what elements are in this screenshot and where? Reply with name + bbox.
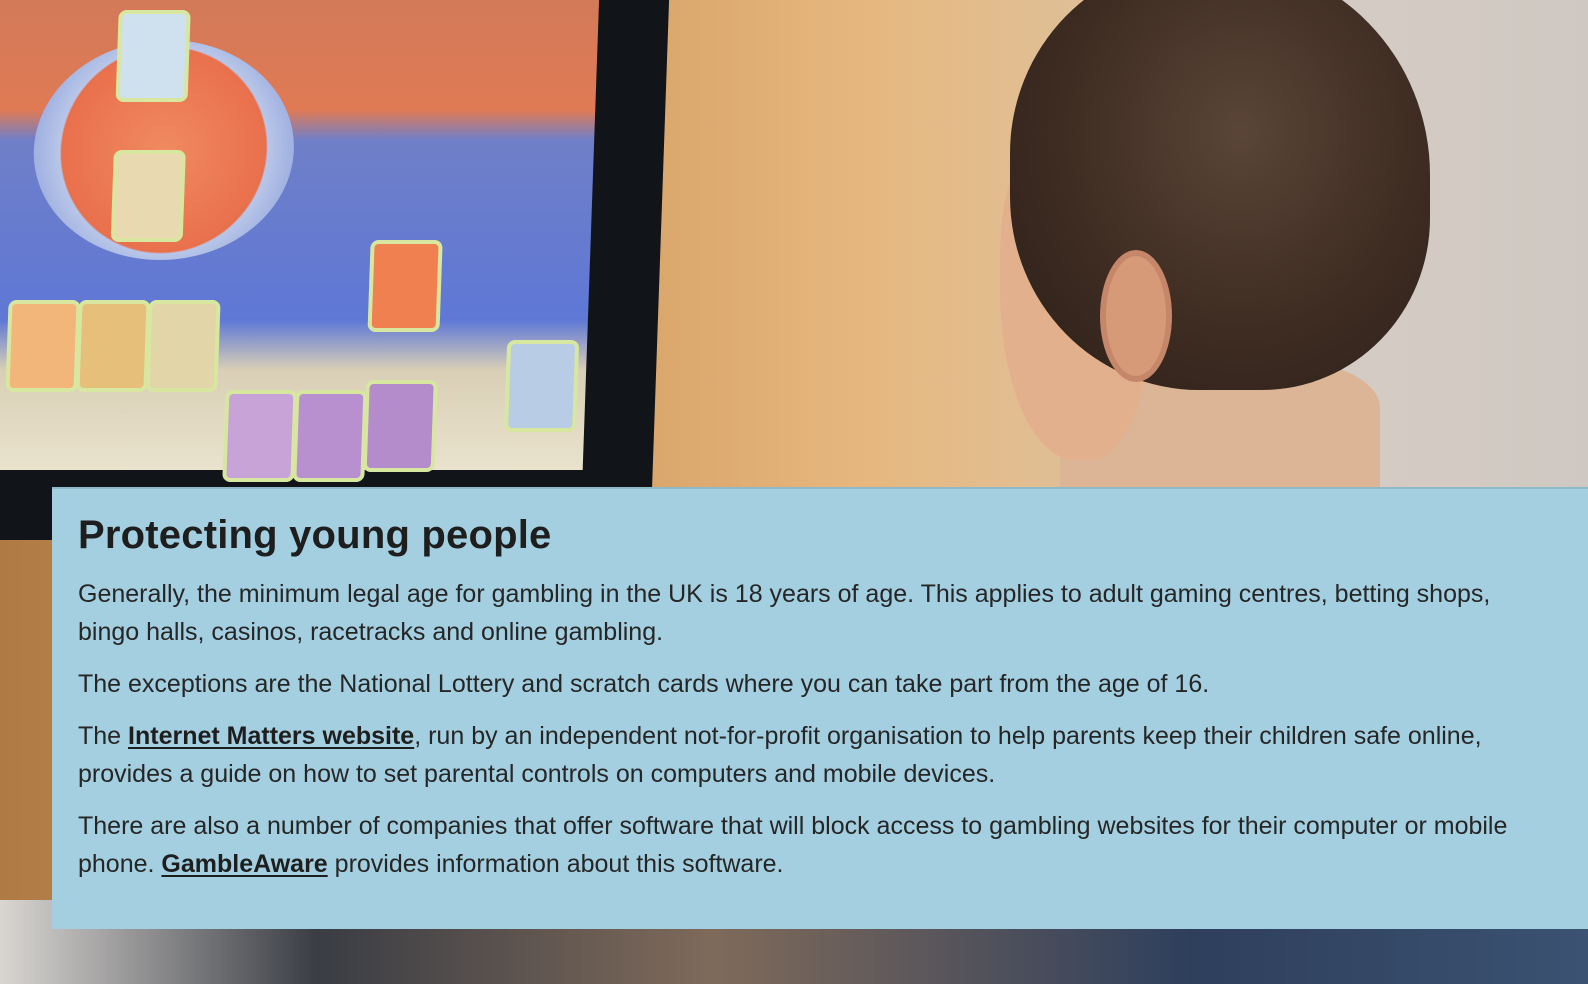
paragraph-internet-matters: The Internet Matters website, run by an … [78,717,1508,793]
photo-game-card [367,240,443,332]
photo-game-card [362,380,438,472]
paragraph-blocking-software: There are also a number of companies tha… [78,807,1508,883]
photo-child-hair [1010,0,1430,390]
photo-game-card [292,390,368,482]
paragraph-blocking-software-suffix: provides information about this software… [327,850,784,878]
photo-game-card [222,390,298,482]
paragraph-exceptions: The exceptions are the National Lottery … [78,670,1210,698]
internet-matters-link[interactable]: Internet Matters website [128,722,414,750]
photo-game-card [115,10,191,102]
photo-monitor [0,0,670,540]
photo-game-card [503,340,580,432]
photo-game-card [75,300,151,392]
photo-game-card [5,300,81,392]
section-title: Protecting young people [78,513,552,557]
photo-child-ear [1100,250,1172,382]
paragraph-internet-matters-prefix: The [78,722,129,750]
info-panel: Protecting young people Generally, the m… [52,487,1588,929]
paragraph-minimum-age: Generally, the minimum legal age for gam… [78,580,1491,646]
photo-child [1000,0,1460,520]
photo-game-screen [0,0,601,482]
photo-game-card [145,300,221,392]
gambleaware-link[interactable]: GambleAware [161,850,327,878]
photo-game-card [110,150,186,242]
